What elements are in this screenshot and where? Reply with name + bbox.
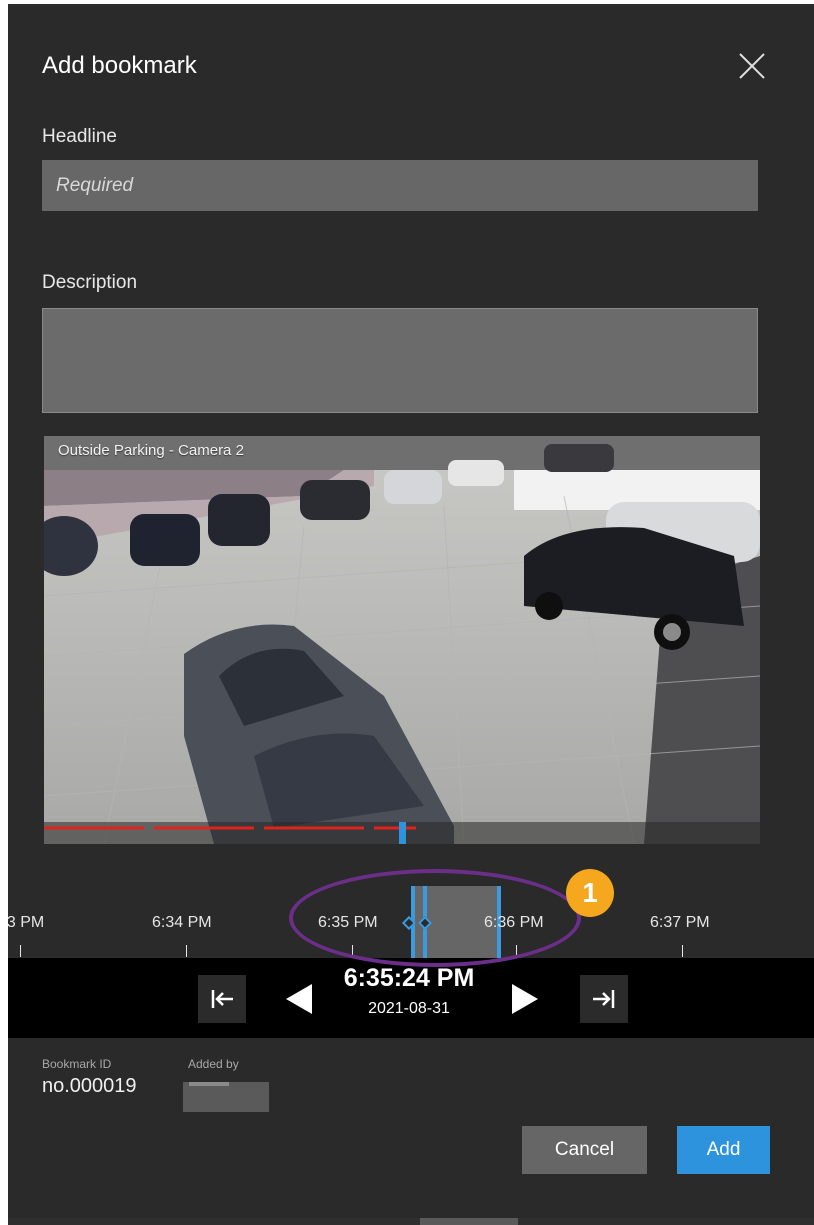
go-to-start-icon xyxy=(211,990,233,1008)
dialog-title: Add bookmark xyxy=(42,52,197,79)
tick-label: 6:37 PM xyxy=(650,914,710,931)
go-to-start-button[interactable] xyxy=(198,975,246,1023)
tick-label: 6:34 PM xyxy=(152,914,212,931)
cancel-button[interactable]: Cancel xyxy=(522,1126,647,1174)
description-input[interactable] xyxy=(42,308,758,413)
go-to-end-icon xyxy=(593,990,615,1008)
tick-mark xyxy=(20,945,21,957)
camera-name-label: Outside Parking - Camera 2 xyxy=(58,442,244,459)
time-navigation-bar: 6:35:24 PM 2021-08-31 xyxy=(8,958,814,1038)
headline-label: Headline xyxy=(42,126,117,147)
tick-mark xyxy=(186,945,187,957)
previous-frame-button[interactable] xyxy=(284,982,314,1021)
current-date: 2021-08-31 xyxy=(368,1000,450,1017)
bookmark-id-label: Bookmark ID xyxy=(42,1057,112,1071)
added-by-value-redacted xyxy=(183,1082,269,1112)
video-preview[interactable]: Outside Parking - Camera 2 xyxy=(44,436,760,844)
parking-lot-image xyxy=(44,436,760,844)
tick-mark xyxy=(682,945,683,957)
add-button[interactable]: Add xyxy=(677,1126,770,1174)
bookmark-id-value: no.000019 xyxy=(42,1075,137,1097)
description-label: Description xyxy=(42,272,138,293)
current-time: 6:35:24 PM xyxy=(343,964,475,992)
callout-number-badge: 1 xyxy=(566,869,614,917)
close-icon[interactable] xyxy=(736,50,768,82)
next-frame-icon xyxy=(512,984,538,1014)
added-by-label: Added by xyxy=(188,1057,239,1071)
go-to-end-button[interactable] xyxy=(580,975,628,1023)
window-bottom-strip xyxy=(8,1218,814,1225)
callout-highlight-ring xyxy=(289,869,581,967)
next-frame-button[interactable] xyxy=(510,982,540,1021)
previous-frame-icon xyxy=(286,984,312,1014)
video-mini-timeline[interactable] xyxy=(44,822,760,844)
resize-grip[interactable] xyxy=(420,1218,518,1225)
headline-input[interactable] xyxy=(42,160,758,211)
tick-label: 33 PM xyxy=(8,914,45,931)
